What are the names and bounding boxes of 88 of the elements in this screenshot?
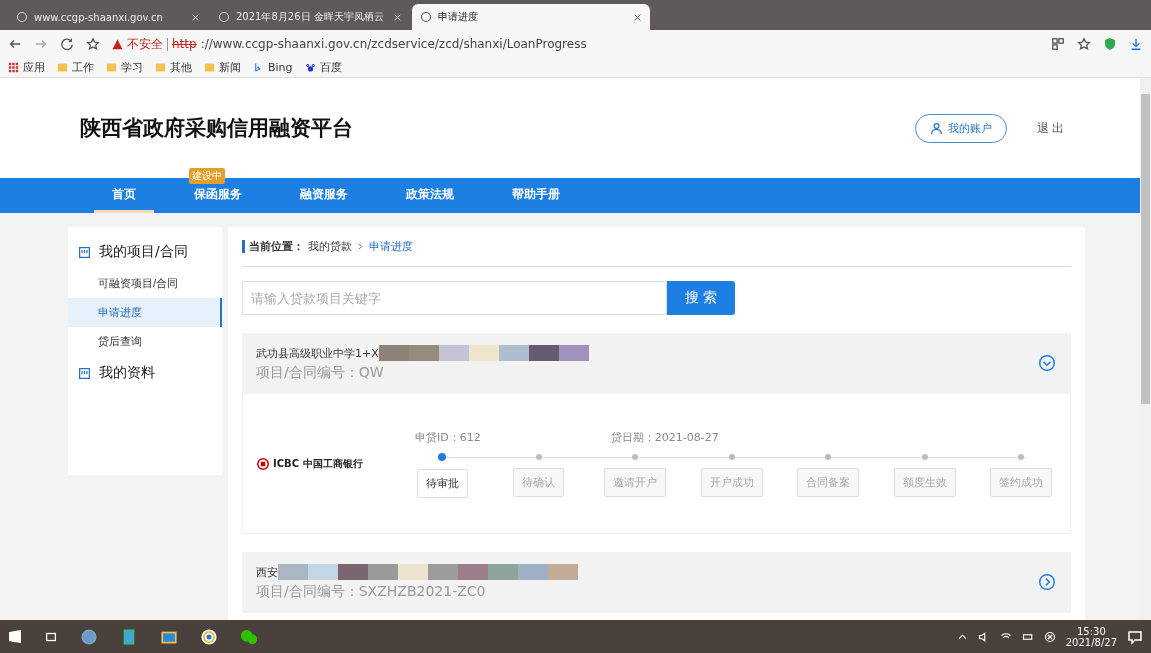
folder-icon — [106, 62, 117, 73]
close-icon — [633, 12, 642, 22]
notification-icon — [1127, 628, 1143, 645]
project-title: 西安 — [256, 564, 278, 580]
breadcrumb-current: 申请进度 — [369, 239, 413, 254]
redaction-block — [458, 564, 488, 580]
redaction-block — [528, 345, 559, 361]
step-button[interactable]: 待审批 — [416, 468, 468, 498]
document-icon — [78, 245, 91, 259]
browser-tab[interactable]: 申请进度 — [412, 4, 650, 30]
redaction-block — [558, 345, 589, 361]
taskbar-clock[interactable]: 15:30 2021/8/27 — [1065, 625, 1117, 648]
redaction-block — [488, 564, 518, 580]
status-badge: 建设中 — [189, 168, 225, 184]
redaction-block — [408, 345, 439, 361]
bookmark[interactable]: 其他 — [155, 60, 192, 75]
shield-icon — [1103, 37, 1117, 51]
reload-icon — [60, 37, 74, 51]
site-title: 陕西省政府采购信用融资平台 — [80, 115, 354, 142]
project-title: 武功县高级职业中学1+X — [256, 345, 379, 361]
forward-icon — [34, 37, 48, 51]
breadcrumb-link[interactable]: 我的贷款 — [308, 239, 352, 254]
apps-icon — [8, 62, 19, 73]
expand-toggle[interactable] — [1037, 353, 1057, 374]
warning-icon — [112, 38, 123, 50]
chevron-icon — [356, 242, 365, 251]
close-icon — [393, 12, 402, 22]
sidebar-item[interactable]: 可融资项目/合同 — [68, 269, 222, 298]
search-button[interactable]: 搜 索 — [667, 281, 735, 315]
user-icon — [929, 121, 943, 135]
logout-link[interactable]: 退 出 — [1030, 118, 1070, 138]
sidebar-heading[interactable]: 我的项目/合同 — [68, 235, 222, 269]
redaction-block — [398, 564, 428, 580]
redaction-block — [468, 345, 499, 361]
expand-toggle[interactable] — [1037, 572, 1057, 593]
redaction-block — [438, 345, 469, 361]
nav-tab[interactable]: 帮助手册 — [494, 178, 578, 213]
nav-tab[interactable]: 首页 — [94, 178, 154, 213]
redaction-block — [428, 564, 458, 580]
scrollbar-thumb[interactable] — [1141, 94, 1150, 404]
close-icon — [191, 12, 200, 22]
loan-header[interactable]: 西安 项目/合同编号：SXZHZB2021-ZC0 — [242, 552, 1071, 613]
app-icon — [80, 627, 98, 646]
bookmark[interactable]: 应用 — [8, 60, 45, 75]
address-field[interactable]: 不安全 http ://www.ccgp-shaanxi.gov.cn/zcdservice/zcd/shanxi/LoanProgress — [112, 35, 1039, 53]
folder-icon — [155, 62, 166, 73]
redaction-block — [368, 564, 398, 580]
redaction-block — [548, 564, 578, 580]
account-button[interactable]: 我的账户 — [914, 113, 1007, 143]
redaction-block — [278, 564, 308, 580]
contract-number: 项目/合同编号：QW — [256, 364, 384, 382]
browser-tab[interactable]: www.ccgp-shaanxi.gov.cn — [8, 4, 208, 30]
redaction-block — [518, 564, 548, 580]
download-icon — [1129, 37, 1143, 51]
search-field[interactable]: 请输入贷款项目关键字 — [242, 281, 667, 315]
back-icon — [8, 37, 22, 51]
redaction-block — [498, 345, 529, 361]
contract-number: 项目/合同编号：SXZHZB2021-ZC0 — [256, 583, 486, 601]
nav-tab[interactable]: 融资服务 — [282, 178, 366, 213]
bookmark[interactable]: Bing — [253, 61, 293, 74]
browser-tab[interactable]: 2021年8月26日 金晖天宇凤栖云 — [210, 4, 410, 30]
folder-icon — [204, 62, 215, 73]
loan-id: 申贷ID：612 — [415, 429, 481, 445]
document-icon — [78, 366, 91, 380]
windows-icon — [8, 629, 22, 644]
chevron-icon — [956, 631, 968, 642]
star-icon — [86, 37, 100, 51]
bookmark[interactable]: 学习 — [106, 60, 143, 75]
star-icon — [1077, 37, 1091, 51]
sidebar-item[interactable]: 申请进度 — [68, 298, 222, 327]
sidebar-heading[interactable]: 我的资料 — [68, 356, 222, 390]
bank-logo: ICBC 中国工商银行 — [257, 456, 407, 471]
loan-date: 贷日期：2021-08-27 — [610, 429, 719, 445]
redaction-block — [338, 564, 368, 580]
bookmark[interactable]: 百度 — [304, 60, 342, 75]
bookmark[interactable]: 新闻 — [204, 60, 241, 75]
breadcrumb-label: 当前位置： — [249, 239, 304, 254]
bookmark[interactable]: 工作 — [57, 60, 94, 75]
folder-icon — [57, 62, 68, 73]
close-icon — [1043, 630, 1056, 643]
redaction-block — [308, 564, 338, 580]
redaction-block — [378, 345, 409, 361]
qr-icon — [1051, 37, 1065, 51]
loan-header[interactable]: 武功县高级职业中学1+X 项目/合同编号：QW — [242, 333, 1071, 394]
sidebar-item[interactable]: 贷后查询 — [68, 327, 222, 356]
chat-icon — [240, 627, 258, 646]
browser-icon — [200, 627, 218, 646]
nav-tab[interactable]: 政策法规 — [388, 178, 472, 213]
